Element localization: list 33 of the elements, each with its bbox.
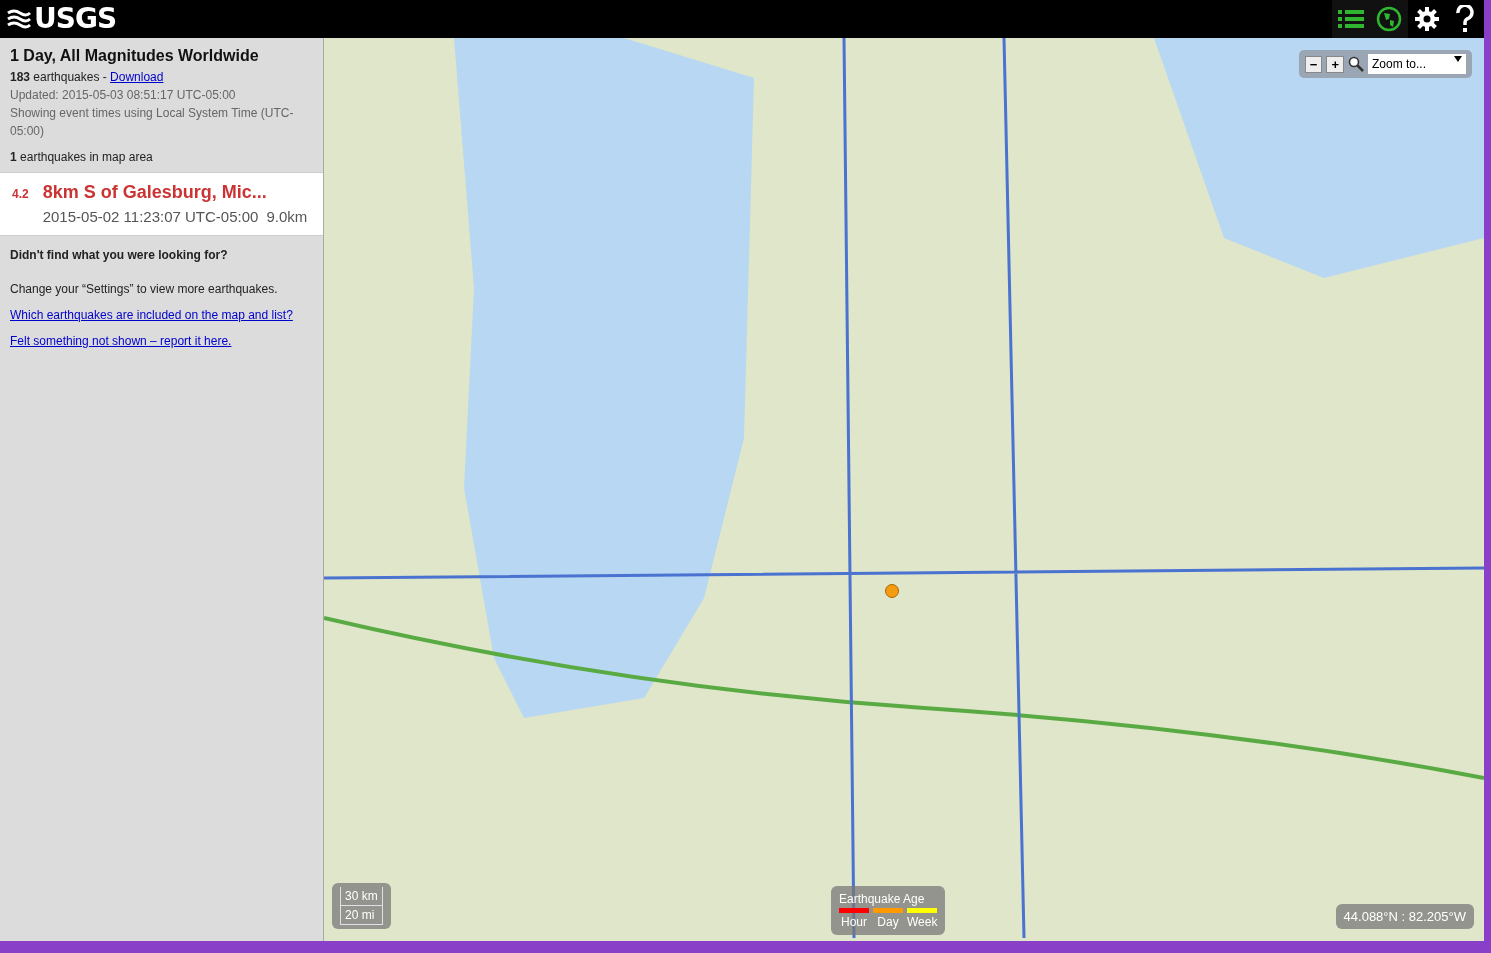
legend-label: Hour [840, 914, 868, 931]
magnitude-text: 4.2 [12, 186, 29, 203]
download-link[interactable]: Download [110, 70, 164, 84]
legend-label: Day [876, 914, 900, 931]
wave-icon [6, 8, 32, 30]
legend-title: Earthquake Age [839, 891, 926, 908]
globe-icon[interactable] [1376, 6, 1402, 32]
search-icon[interactable] [1348, 56, 1364, 72]
site-logo[interactable]: USGS [0, 0, 117, 40]
coordinates-readout: 44.088°N : 82.205°W [1335, 903, 1474, 929]
map-area-count: 1 earthquakes in map area [10, 149, 154, 166]
help-heading: Didn't find what you were looking for? [10, 246, 229, 264]
legend-label: Week [907, 914, 938, 931]
earthquake-count: 183 earthquakes - [10, 70, 108, 84]
list-icon[interactable] [1338, 8, 1364, 30]
caret-icon [1454, 55, 1462, 63]
settings-icon[interactable] [1414, 6, 1440, 32]
event-title: 8km S of Galesburg, Mic... [42, 181, 268, 204]
event-depth: 9.0km [266, 207, 308, 227]
scale-label: 30 km [340, 887, 383, 906]
help-icon[interactable] [1454, 5, 1476, 33]
event-item[interactable]: 4.2 8km S of Galesburg, Mic... 2015-05-02 11:23:07 UTC-05:00 9.0km [0, 172, 323, 236]
help-text: Change your “Settings” to view more earthquakes. [10, 280, 279, 298]
feed-title: 1 Day, All Magnitudes Worldwide [10, 46, 260, 66]
zoom-out-button[interactable]: − [1304, 55, 1323, 73]
event-time: 2015-05-02 11:23:07 UTC-05:00 [42, 207, 259, 227]
updated-text: Updated: 2015-05-03 08:51:17 UTC-05:00 [10, 87, 237, 104]
zoom-select[interactable]: Zoom to... [1368, 54, 1466, 74]
help-link[interactable]: Felt something not shown – report it here. [10, 333, 232, 348]
time-note: Showing event times using Local System Time (UTC-05:00) [10, 105, 295, 140]
zoom-in-button[interactable]: + [1326, 55, 1344, 73]
scale-label: 20 mi [340, 906, 383, 925]
help-link[interactable]: Which earthquakes are included on the map and list? [10, 307, 293, 322]
